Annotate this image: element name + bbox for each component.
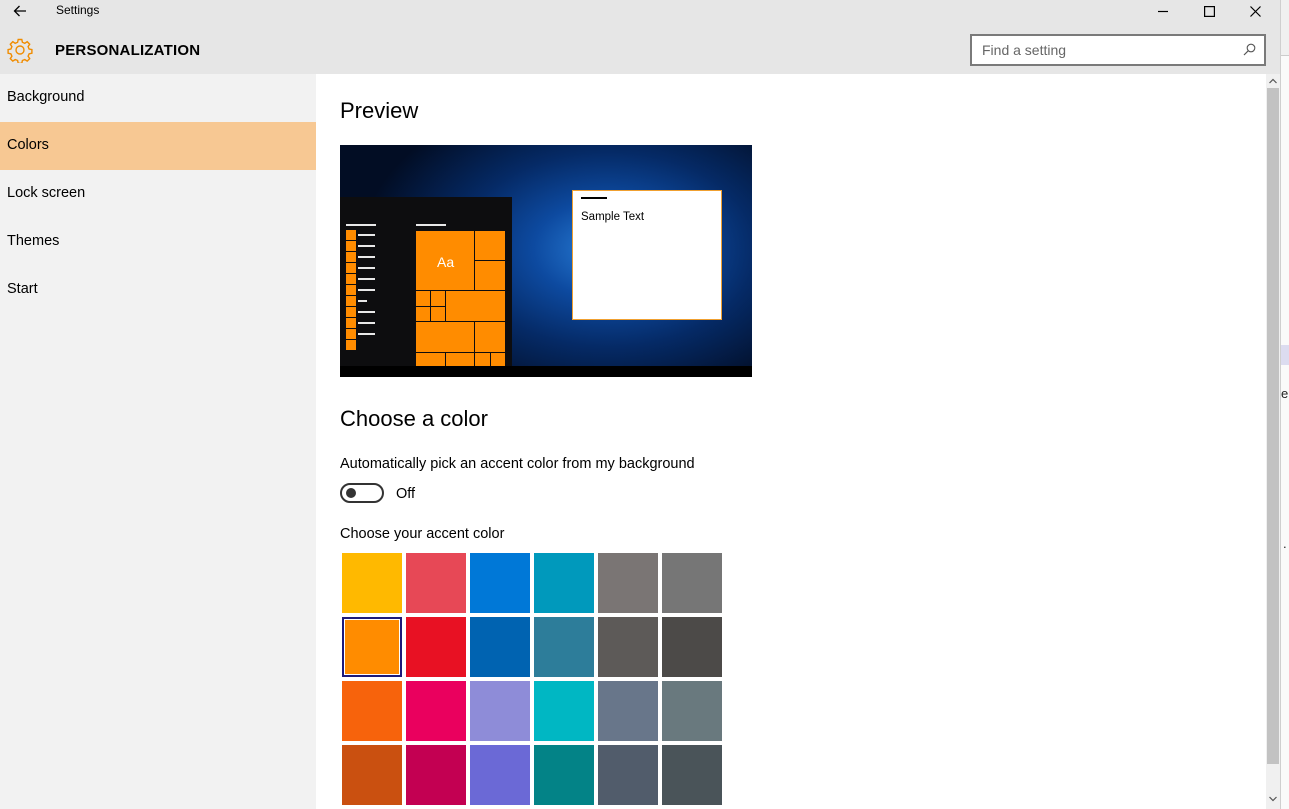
accent-color-swatch[interactable]	[342, 681, 402, 741]
accent-color-swatch[interactable]	[598, 617, 658, 677]
accent-color-swatch[interactable]	[406, 617, 466, 677]
back-button[interactable]	[6, 0, 34, 22]
preview-start-menu: Aa	[340, 197, 512, 366]
preview-window: Sample Text	[572, 190, 722, 320]
preview-tile-label: Aa	[437, 254, 455, 270]
accent-color-swatch[interactable]	[406, 745, 466, 805]
accent-color-grid	[340, 551, 724, 809]
page-header: PERSONALIZATION	[0, 32, 1280, 74]
page-title: PERSONALIZATION	[55, 42, 201, 59]
accent-color-swatch[interactable]	[662, 617, 722, 677]
sidebar-item-label: Themes	[7, 233, 60, 249]
search-box[interactable]	[970, 34, 1266, 66]
scroll-up-button[interactable]	[1266, 74, 1280, 88]
preview-heading: Preview	[340, 98, 419, 123]
accent-color-swatch[interactable]	[470, 745, 530, 805]
accent-color-swatch[interactable]	[534, 553, 594, 613]
sidebar-item-colors[interactable]: Colors	[0, 122, 316, 170]
accent-color-swatch[interactable]	[534, 745, 594, 805]
accent-color-swatch[interactable]	[662, 681, 722, 741]
search-input[interactable]	[972, 36, 1264, 64]
toggle-knob	[346, 488, 356, 498]
accent-color-swatch[interactable]	[470, 617, 530, 677]
accent-color-swatch[interactable]	[342, 745, 402, 805]
accent-color-swatch[interactable]	[342, 617, 402, 677]
sidebar-item-start[interactable]: Start	[0, 266, 316, 314]
auto-accent-label: Automatically pick an accent color from …	[340, 456, 695, 472]
title-bar: Settings	[0, 0, 1280, 32]
accent-color-swatch[interactable]	[470, 553, 530, 613]
scroll-down-button[interactable]	[1266, 792, 1280, 806]
accent-color-swatch[interactable]	[470, 681, 530, 741]
accent-color-swatch[interactable]	[598, 745, 658, 805]
maximize-icon	[1203, 5, 1215, 17]
search-icon[interactable]	[1243, 43, 1256, 56]
vertical-scrollbar[interactable]	[1266, 74, 1280, 809]
close-icon	[1249, 5, 1261, 17]
accent-color-swatch[interactable]	[598, 553, 658, 613]
chevron-down-icon	[1269, 796, 1277, 802]
sidebar-item-themes[interactable]: Themes	[0, 218, 316, 266]
accent-color-swatch[interactable]	[406, 681, 466, 741]
preview-image: Aa Sample Text	[340, 145, 752, 377]
accent-color-swatch[interactable]	[662, 553, 722, 613]
background-window-edge: e .	[1280, 0, 1289, 809]
minimize-button[interactable]	[1140, 0, 1186, 22]
minimize-icon	[1157, 10, 1168, 12]
preview-taskbar	[340, 366, 752, 377]
sidebar-item-label: Start	[7, 281, 38, 297]
choose-color-heading: Choose a color	[340, 406, 488, 431]
accent-color-swatch[interactable]	[662, 745, 722, 805]
gear-icon	[7, 38, 33, 63]
arrow-left-icon	[13, 5, 26, 17]
accent-color-swatch[interactable]	[534, 617, 594, 677]
sidebar: Background Colors Lock screen Themes Sta…	[0, 74, 316, 809]
preview-sample-text: Sample Text	[581, 211, 645, 223]
accent-color-swatch[interactable]	[534, 681, 594, 741]
accent-color-swatch[interactable]	[342, 553, 402, 613]
app-title: Settings	[56, 3, 100, 17]
toggle-state-label: Off	[396, 486, 416, 502]
sidebar-item-label: Colors	[7, 137, 49, 153]
auto-accent-toggle[interactable]	[340, 483, 384, 503]
sidebar-item-label: Background	[7, 89, 85, 105]
accent-color-label: Choose your accent color	[340, 526, 505, 542]
chevron-up-icon	[1269, 78, 1277, 84]
scroll-thumb[interactable]	[1267, 88, 1279, 764]
close-button[interactable]	[1232, 0, 1278, 22]
accent-color-swatch[interactable]	[598, 681, 658, 741]
sidebar-item-lock-screen[interactable]: Lock screen	[0, 170, 316, 218]
maximize-button[interactable]	[1186, 0, 1232, 22]
main-content: Preview Aa Sample Text Choose a color Au…	[316, 74, 1266, 809]
sidebar-item-label: Lock screen	[7, 185, 86, 201]
sidebar-item-background[interactable]: Background	[0, 74, 316, 122]
accent-color-swatch[interactable]	[406, 553, 466, 613]
